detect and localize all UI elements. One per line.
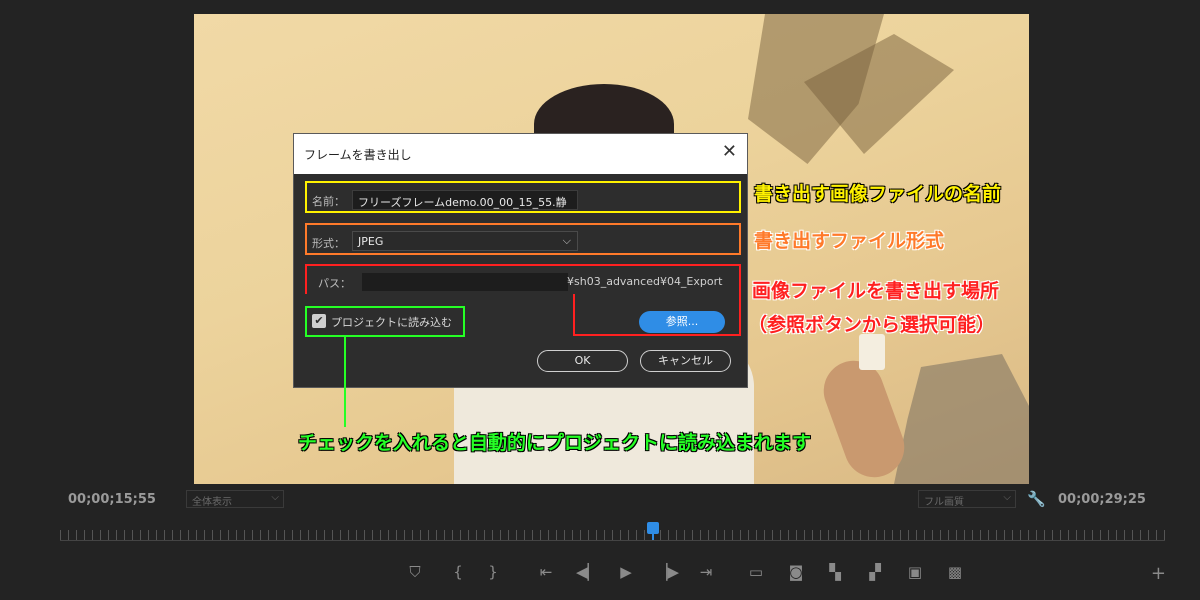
dialog-title: フレームを書き出し <box>304 148 412 162</box>
format-highlight-box <box>305 223 741 255</box>
path-annotation-line2: （参照ボタンから選択可能） <box>748 314 996 336</box>
insert-icon[interactable]: ▚ <box>824 563 846 581</box>
zoom-dropdown-value: 全体表示 <box>192 497 232 508</box>
import-callout-line <box>344 337 346 427</box>
browse-highlight-box <box>573 294 741 336</box>
safe-margins-icon[interactable]: ▭ <box>745 563 767 581</box>
mark-in-icon[interactable]: { <box>451 563 465 581</box>
camera-icon[interactable]: ◙ <box>786 563 806 581</box>
extract-icon[interactable]: ▩ <box>944 563 966 581</box>
overwrite-icon[interactable]: ▞ <box>864 563 886 581</box>
lift-icon[interactable]: ▣ <box>904 563 926 581</box>
wall-shadow <box>894 354 1029 484</box>
dialog-titlebar: フレームを書き出し ✕ <box>294 134 747 174</box>
import-highlight-box <box>305 306 465 337</box>
settings-wrench-icon[interactable]: 🔧 <box>1027 490 1046 508</box>
mark-out-icon[interactable]: } <box>486 563 500 581</box>
person-arm <box>815 352 913 484</box>
ok-button[interactable]: OK <box>537 350 628 372</box>
go-to-in-icon[interactable]: ⇤ <box>536 563 556 581</box>
current-timecode[interactable]: 00;00;15;55 <box>68 492 156 507</box>
format-annotation: 書き出すファイル形式 <box>754 230 945 252</box>
quality-dropdown[interactable]: フル画質 ⌵ <box>918 490 1016 508</box>
quality-dropdown-value: フル画質 <box>924 497 964 508</box>
path-highlight-box <box>305 264 741 294</box>
add-button-icon[interactable]: + <box>1151 563 1166 584</box>
export-frame-dialog: フレームを書き出し ✕ 名前： フリーズフレームdemo.00_00_15_55… <box>293 133 748 388</box>
zoom-dropdown[interactable]: 全体表示 ⌵ <box>186 490 284 508</box>
step-forward-icon[interactable]: ▕▶ <box>656 563 679 581</box>
timeline-ruler[interactable] <box>60 530 1165 540</box>
go-to-out-icon[interactable]: ⇥ <box>696 563 716 581</box>
step-back-icon[interactable]: ◀▏ <box>576 563 599 581</box>
play-icon[interactable]: ▶ <box>616 563 636 581</box>
path-annotation-line1: 画像ファイルを書き出す場所 <box>752 280 1000 302</box>
timeline-baseline <box>60 540 1165 541</box>
cancel-button[interactable]: キャンセル <box>640 350 731 372</box>
playhead-handle[interactable] <box>647 522 659 540</box>
marker-icon[interactable]: ⛉ <box>408 563 422 581</box>
cup <box>859 334 885 370</box>
chevron-down-icon: ⌵ <box>271 492 279 503</box>
import-annotation: チェックを入れると自動的にプロジェクトに読み込まれます <box>298 432 812 454</box>
name-highlight-box <box>305 181 741 213</box>
duration-timecode: 00;00;29;25 <box>1058 492 1146 507</box>
name-annotation: 書き出す画像ファイルの名前 <box>754 183 1002 205</box>
chevron-down-icon: ⌵ <box>1003 492 1011 503</box>
close-icon[interactable]: ✕ <box>722 142 737 162</box>
